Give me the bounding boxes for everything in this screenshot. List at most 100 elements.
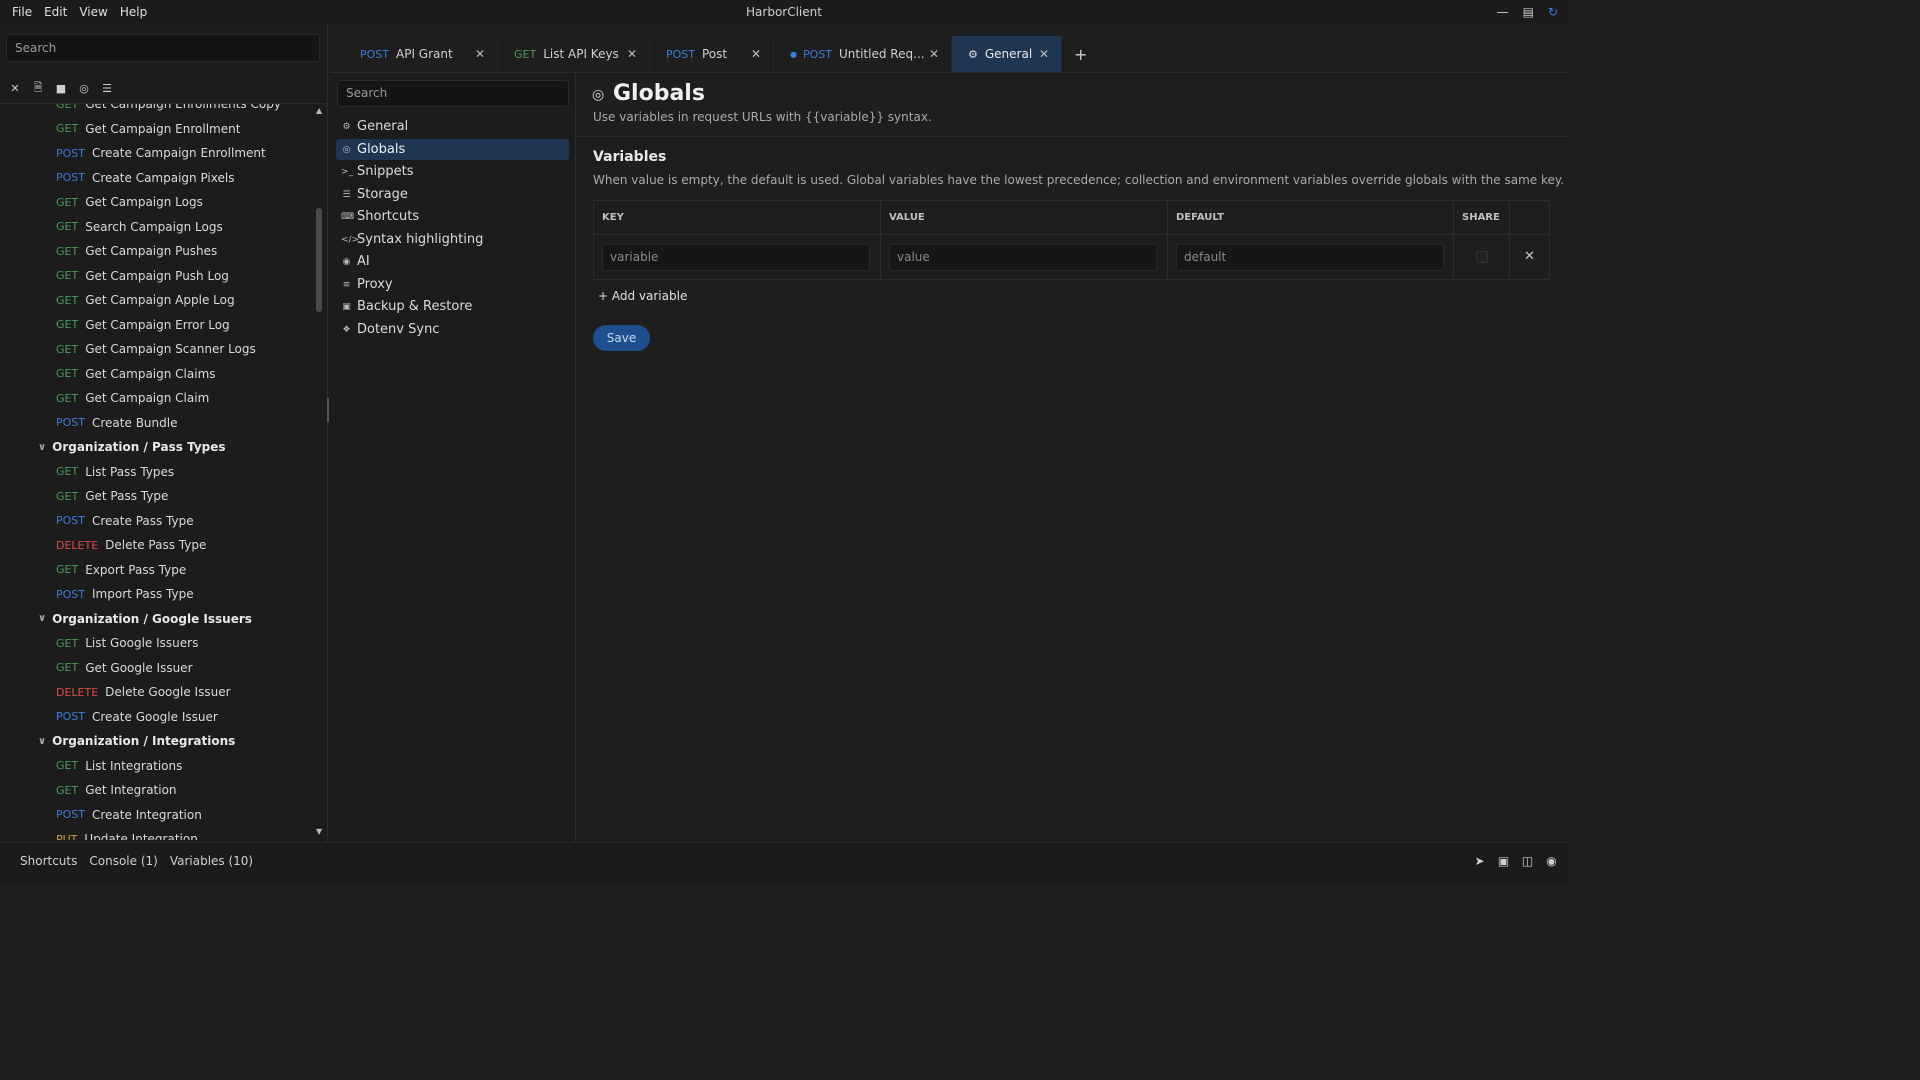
request-label: List Pass Types	[85, 464, 175, 479]
close-tab-icon[interactable]: ✕	[475, 47, 485, 61]
method-badge: GET	[56, 122, 79, 135]
request-row[interactable]: PUT Update Integration	[56, 827, 198, 840]
scroll-down-icon[interactable]: ▼	[316, 827, 322, 836]
close-tab-icon[interactable]: ✕	[929, 47, 939, 61]
request-row[interactable]: GET Get Campaign Error Log	[56, 313, 230, 337]
settings-nav-item-dotenv-sync[interactable]: ❖ Dotenv Sync	[336, 319, 569, 340]
gear-icon: ⚙	[968, 47, 978, 61]
settings-nav-item-storage[interactable]: ☰ Storage	[336, 184, 569, 205]
settings-nav-item-globals[interactable]: ◎ Globals	[336, 139, 569, 160]
delete-cell: ✕	[1510, 235, 1549, 281]
request-row[interactable]: GET List Google Issuers	[56, 631, 198, 655]
request-row[interactable]: GET Get Campaign Push Log	[56, 264, 229, 288]
send-icon[interactable]: ➤	[1473, 854, 1486, 868]
menu-help[interactable]: Help	[114, 0, 153, 24]
settings-nav-item-backup-restore[interactable]: ▣ Backup & Restore	[336, 296, 569, 317]
new-file-icon[interactable]: 🗎	[31, 79, 45, 98]
database-icon: ☰	[342, 189, 351, 200]
settings-nav-item-syntax-highlighting[interactable]: </> Syntax highlighting	[336, 229, 569, 250]
request-row[interactable]: DELETE Delete Google Issuer	[56, 680, 231, 704]
request-row[interactable]: POST Create Google Issuer	[56, 705, 218, 729]
request-row[interactable]: POST Import Pass Type	[56, 582, 194, 606]
collections-sidebar: Search ✕ 🗎 ■ ◎ ☰ GET Get Campaign Enrollm…	[0, 24, 328, 842]
settings-nav-item-snippets[interactable]: >_ Snippets	[336, 161, 569, 182]
close-tab-icon[interactable]: ✕	[627, 47, 637, 61]
settings-nav-item-proxy[interactable]: ≡ Proxy	[336, 274, 569, 295]
folder-row[interactable]: ∨ Organization / Pass Types	[38, 435, 226, 459]
sidebar-resize-handle[interactable]	[327, 398, 329, 422]
sync-icon[interactable]: ↻	[1548, 5, 1558, 19]
status-console[interactable]: Console (1)	[83, 854, 163, 868]
folder-row[interactable]: ∨ Organization / Integrations	[38, 729, 235, 753]
request-row[interactable]: GET Get Campaign Scanner Logs	[56, 337, 256, 361]
save-icon: ▣	[342, 301, 351, 312]
layout-icon[interactable]: ◫	[1521, 854, 1534, 868]
delete-row-icon[interactable]: ✕	[1524, 249, 1535, 264]
request-row[interactable]: POST Create Integration	[56, 803, 202, 827]
new-tab-button[interactable]: +	[1062, 36, 1099, 72]
request-row[interactable]: GET Get Google Issuer	[56, 656, 193, 680]
settings-search-input[interactable]: Search	[337, 80, 569, 107]
minimize-icon[interactable]: —	[1497, 5, 1509, 19]
request-row[interactable]: POST Create Pass Type	[56, 509, 194, 533]
menu-file[interactable]: File	[6, 0, 38, 24]
settings-nav-item-ai[interactable]: ◉ AI	[336, 251, 569, 272]
request-row[interactable]: GET Search Campaign Logs	[56, 215, 223, 239]
request-tab[interactable]: POST API Grant ✕	[344, 36, 498, 72]
request-row[interactable]: DELETE Delete Pass Type	[56, 533, 206, 557]
request-row[interactable]: GET Get Pass Type	[56, 484, 168, 508]
menu-edit[interactable]: Edit	[38, 0, 73, 24]
request-row[interactable]: GET List Pass Types	[56, 460, 174, 484]
request-row[interactable]: GET Get Campaign Pushes	[56, 239, 217, 263]
maximize-icon[interactable]: ▤	[1523, 5, 1534, 19]
default-input[interactable]: default	[1176, 244, 1444, 271]
chevron-down-icon[interactable]: ∨	[38, 442, 46, 453]
column-header-key: KEY	[594, 201, 881, 234]
header-divider	[577, 136, 1568, 137]
request-row[interactable]: GET Get Campaign Logs	[56, 190, 203, 214]
chevron-down-icon[interactable]: ∨	[38, 736, 46, 747]
request-row[interactable]: GET Get Campaign Claims	[56, 362, 216, 386]
close-icon[interactable]: ✕	[8, 82, 22, 95]
inbox-icon[interactable]: ▣	[1497, 854, 1510, 868]
request-label: Get Campaign Logs	[85, 195, 203, 209]
value-input[interactable]: value	[889, 244, 1157, 271]
sidebar-scrollbar[interactable]	[316, 208, 322, 312]
close-tab-icon[interactable]: ✕	[751, 47, 761, 61]
request-tabs: POST API Grant ✕ GET List API Keys ✕ POST Post ✕…	[330, 36, 1568, 72]
settings-nav-label: Proxy	[357, 277, 393, 292]
share-checkbox[interactable]	[1476, 251, 1488, 263]
add-variable-button[interactable]: + Add variable	[598, 289, 687, 303]
request-tab[interactable]: ⚙ General ✕	[952, 36, 1062, 72]
settings-nav-item-general[interactable]: ⚙ General	[336, 116, 569, 137]
folder-row[interactable]: ∨ Organization / Google Issuers	[38, 607, 252, 631]
request-row[interactable]: GET Get Campaign Enrollments Copy	[56, 104, 281, 116]
request-row[interactable]: GET Export Pass Type	[56, 558, 186, 582]
database-icon[interactable]: ☰	[100, 82, 114, 95]
request-tab[interactable]: ● POST Untitled Req... ✕	[774, 36, 952, 72]
request-row[interactable]: POST Create Bundle	[56, 411, 177, 435]
chevron-down-icon[interactable]: ∨	[38, 613, 46, 624]
menu-view[interactable]: View	[73, 0, 113, 24]
request-row[interactable]: POST Create Campaign Enrollment	[56, 141, 266, 165]
request-tab[interactable]: GET List API Keys ✕	[498, 36, 650, 72]
close-tab-icon[interactable]: ✕	[1039, 47, 1049, 61]
request-row[interactable]: GET Get Campaign Claim	[56, 386, 209, 410]
request-row[interactable]: GET Get Campaign Enrollment	[56, 117, 240, 141]
sidebar-search-input[interactable]: Search	[6, 34, 320, 62]
save-button[interactable]: Save	[593, 325, 650, 351]
settings-nav-item-shortcuts[interactable]: ⌨ Shortcuts	[336, 206, 569, 227]
request-row[interactable]: GET Get Integration	[56, 778, 177, 802]
globe-icon[interactable]: ◎	[77, 82, 91, 95]
request-tab[interactable]: POST Post ✕	[650, 36, 774, 72]
scroll-up-icon[interactable]: ▲	[316, 106, 322, 115]
status-variables[interactable]: Variables (10)	[164, 854, 259, 868]
request-row[interactable]: POST Create Campaign Pixels	[56, 166, 234, 190]
status-shortcuts[interactable]: Shortcuts	[14, 854, 83, 868]
request-row[interactable]: GET Get Campaign Apple Log	[56, 288, 235, 312]
settings-nav-label: General	[357, 119, 409, 134]
folder-icon[interactable]: ■	[54, 82, 68, 95]
robot-icon[interactable]: ◉	[1545, 854, 1558, 868]
key-input[interactable]: variable	[602, 244, 870, 271]
request-row[interactable]: GET List Integrations	[56, 754, 182, 778]
